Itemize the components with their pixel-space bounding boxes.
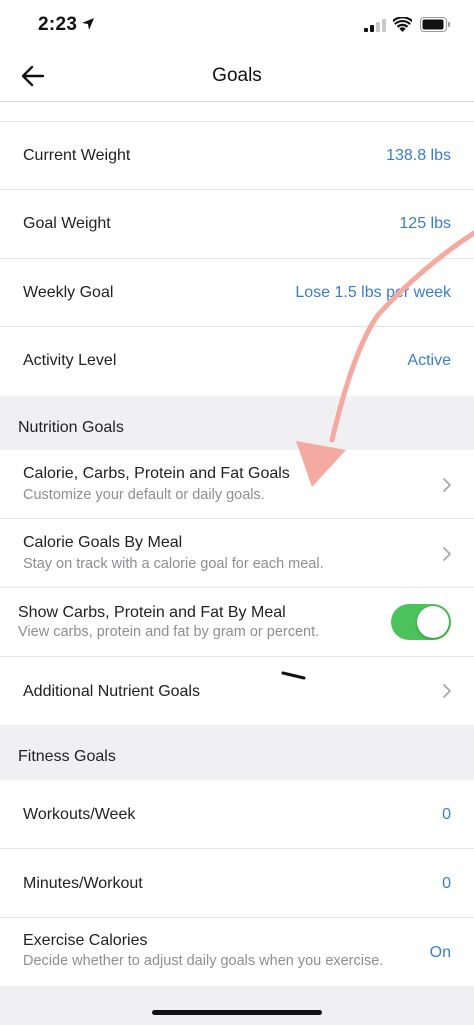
calorie-goals-by-meal-row[interactable]: Calorie Goals By Meal Stay on track with…	[0, 519, 474, 588]
exercise-calories-row[interactable]: Exercise Calories Decide whether to adju…	[0, 918, 474, 986]
workouts-per-week-value: 0	[442, 806, 451, 823]
goal-weight-label: Goal Weight	[23, 215, 111, 232]
macro-goals-label: Calorie, Carbs, Protein and Fat Goals	[23, 465, 290, 482]
nutrition-goals-section-header: Nutrition Goals	[0, 396, 474, 450]
macro-goals-row[interactable]: Calorie, Carbs, Protein and Fat Goals Cu…	[0, 450, 474, 519]
battery-icon	[420, 17, 450, 32]
status-time: 2:23	[38, 14, 78, 35]
calorie-goals-by-meal-subtitle: Stay on track with a calorie goal for ea…	[23, 556, 324, 572]
minutes-per-workout-row[interactable]: Minutes/Workout 0	[0, 849, 474, 918]
wifi-icon	[393, 17, 412, 32]
chevron-right-icon	[443, 547, 451, 561]
weekly-goal-label: Weekly Goal	[23, 284, 114, 301]
current-weight-label: Current Weight	[23, 147, 131, 164]
additional-nutrient-goals-label: Additional Nutrient Goals	[23, 683, 200, 700]
show-macros-by-meal-label: Show Carbs, Protein and Fat By Meal	[18, 604, 286, 621]
exercise-calories-value: On	[429, 944, 451, 961]
minutes-per-workout-value: 0	[442, 875, 451, 892]
goal-weight-value: 125 lbs	[399, 215, 451, 232]
minutes-per-workout-label: Minutes/Workout	[23, 875, 143, 892]
status-bar: 2:23	[0, 0, 474, 50]
additional-nutrient-goals-row[interactable]: Additional Nutrient Goals	[0, 657, 474, 725]
cellular-signal-icon	[364, 19, 386, 32]
weekly-goal-row[interactable]: Weekly Goal Lose 1.5 lbs per week	[0, 259, 474, 327]
workouts-per-week-row[interactable]: Workouts/Week 0	[0, 780, 474, 849]
chevron-right-icon	[443, 684, 451, 698]
page-title: Goals	[212, 65, 262, 86]
toggle-knob	[417, 606, 449, 638]
fitness-goals-title: Fitness Goals	[18, 748, 116, 765]
activity-level-label: Activity Level	[23, 352, 117, 369]
chevron-right-icon	[443, 478, 451, 492]
show-macros-by-meal-subtitle: View carbs, protein and fat by gram or p…	[18, 624, 320, 640]
navigation-bar: Goals	[0, 50, 474, 102]
exercise-calories-subtitle: Decide whether to adjust daily goals whe…	[23, 953, 384, 969]
current-weight-row[interactable]: Current Weight 138.8 lbs	[0, 122, 474, 190]
nutrition-goals-title: Nutrition Goals	[18, 419, 124, 436]
activity-level-value: Active	[407, 352, 451, 369]
exercise-calories-label: Exercise Calories	[23, 932, 148, 949]
goal-weight-row[interactable]: Goal Weight 125 lbs	[0, 190, 474, 259]
show-macros-by-meal-row: Show Carbs, Protein and Fat By Meal View…	[0, 588, 474, 657]
activity-level-row[interactable]: Activity Level Active	[0, 327, 474, 396]
fitness-goals-section-header: Fitness Goals	[0, 725, 474, 780]
bottom-spacer	[0, 986, 474, 1025]
show-macros-toggle[interactable]	[391, 604, 451, 640]
macro-goals-subtitle: Customize your default or daily goals.	[23, 487, 265, 503]
current-weight-value: 138.8 lbs	[386, 147, 451, 164]
location-arrow-icon	[82, 18, 94, 30]
home-indicator	[152, 1010, 322, 1015]
calorie-goals-by-meal-label: Calorie Goals By Meal	[23, 534, 183, 551]
top-spacer-row	[0, 102, 474, 122]
workouts-per-week-label: Workouts/Week	[23, 806, 136, 823]
weekly-goal-value: Lose 1.5 lbs per week	[295, 284, 451, 301]
